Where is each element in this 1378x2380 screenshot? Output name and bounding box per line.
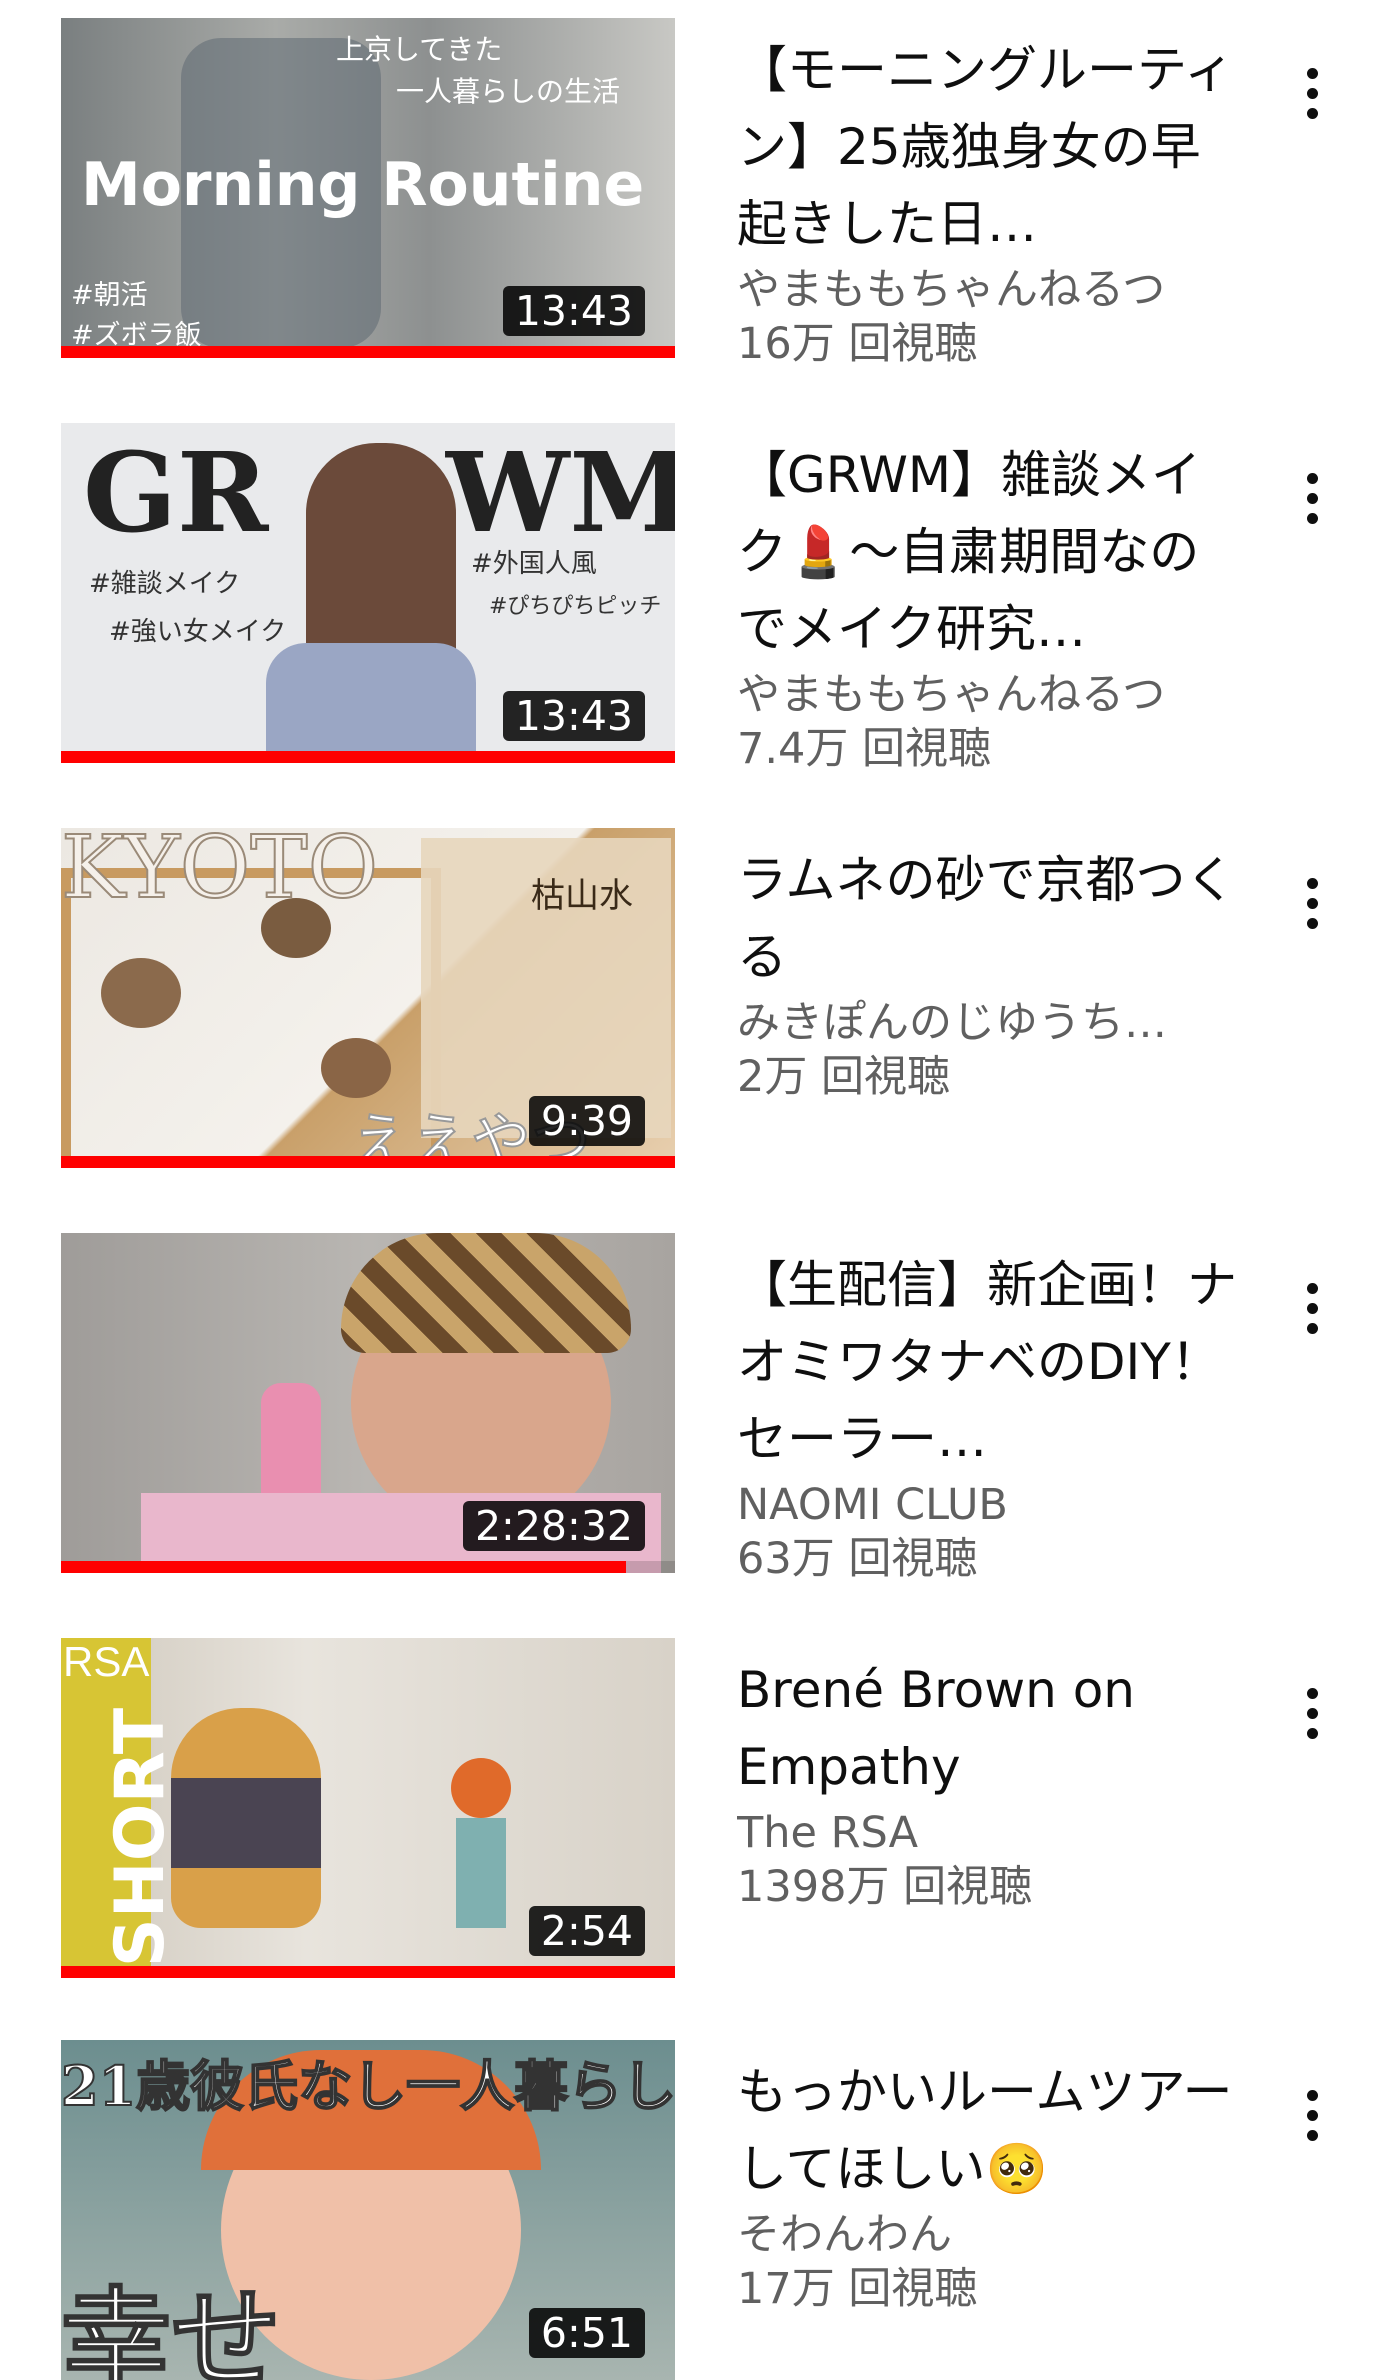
video-thumbnail[interactable]: GR WM #雑談メイク #強い女メイク #外国人風 #ぴちぴちピッチ 13:4…	[61, 423, 675, 763]
more-options-icon[interactable]	[1290, 1273, 1334, 1343]
video-meta: Brené Brown on Empathy The RSA 1398万 回視聴	[737, 1652, 1237, 1914]
thumbnail-tag: #ぴちぴちピッチ	[489, 594, 662, 619]
video-thumbnail[interactable]: RSA SHORT 2:54	[61, 1638, 675, 1978]
video-title[interactable]: ラムネの砂で京都つくる	[737, 842, 1237, 996]
thumbnail-title: GR	[83, 428, 269, 557]
duration-badge: 6:51	[528, 2308, 645, 2358]
duration-badge: 9:39	[528, 1096, 645, 1146]
video-thumbnail[interactable]: KYOTO 枯山水 ええやつ 9:39	[61, 828, 675, 1168]
thumbnail-caption: 枯山水	[531, 876, 633, 916]
duration-badge: 2:54	[528, 1906, 645, 1956]
more-options-icon[interactable]	[1290, 463, 1334, 533]
duration-badge: 13:43	[502, 286, 645, 336]
more-options-icon[interactable]	[1290, 2080, 1334, 2150]
progress-bar	[61, 346, 675, 358]
channel-name[interactable]: やまももちゃんねるつ	[737, 263, 1237, 317]
view-count: 1398万 回視聴	[737, 1862, 1033, 1912]
duration-badge: 13:43	[502, 691, 645, 741]
progress-bar	[61, 751, 675, 763]
channel-name[interactable]: やまももちゃんねるつ	[737, 668, 1237, 722]
video-title[interactable]: 【モーニングルーティン】25歳独身女の早起きした日…	[737, 32, 1237, 263]
view-count: 16万 回視聴	[737, 319, 978, 369]
video-item[interactable]: RSA SHORT 2:54 Brené Brown on Empathy Th…	[0, 1638, 1378, 1978]
view-count: 63万 回視聴	[737, 1534, 978, 1584]
view-count: 17万 回視聴	[737, 2264, 978, 2314]
video-item[interactable]: 2:28:32 【生配信】新企画！ナオミワタナベのDIY！セーラー… NAOMI…	[0, 1233, 1378, 1584]
duration-badge: 2:28:32	[462, 1501, 645, 1551]
thumbnail-caption: 一人暮らしの生活	[396, 75, 621, 108]
video-thumbnail[interactable]: 上京してきた 一人暮らしの生活 Morning Routine #朝活 #ズボラ…	[61, 18, 675, 358]
more-options-icon[interactable]	[1290, 868, 1334, 938]
video-item[interactable]: GR WM #雑談メイク #強い女メイク #外国人風 #ぴちぴちピッチ 13:4…	[0, 423, 1378, 774]
video-title[interactable]: 【生配信】新企画！ナオミワタナベのDIY！セーラー…	[737, 1247, 1237, 1478]
video-title[interactable]: もっかいルームツアーしてほしい🥺	[737, 2054, 1237, 2208]
channel-name[interactable]: みきぽんのじゆうち…	[737, 996, 1237, 1050]
video-meta: 【生配信】新企画！ナオミワタナベのDIY！セーラー… NAOMI CLUB 63…	[737, 1247, 1237, 1586]
thumbnail-caption: SHORT	[101, 1707, 181, 1968]
progress-bar	[61, 1561, 626, 1573]
thumbnail-tag: #外国人風	[471, 549, 597, 579]
channel-name[interactable]: NAOMI CLUB	[737, 1478, 1237, 1532]
view-count: 7.4万 回視聴	[737, 724, 992, 774]
brand-logo-text: RSA	[63, 1638, 150, 1685]
progress-bar	[61, 1156, 675, 1168]
thumbnail-title: Morning Routine	[81, 150, 645, 220]
view-count: 2万 回視聴	[737, 1052, 951, 1102]
channel-name[interactable]: そわんわん	[737, 2208, 1237, 2262]
video-meta: 【GRWM】雑談メイク💄～自粛期間なのでメイク研究… やまももちゃんねるつ 7.…	[737, 437, 1237, 776]
video-title[interactable]: Brené Brown on Empathy	[737, 1652, 1237, 1806]
video-meta: ラムネの砂で京都つくる みきぽんのじゆうち… 2万 回視聴	[737, 842, 1237, 1104]
thumbnail-title: KYOTO	[61, 828, 379, 919]
thumbnail-title: WM	[446, 428, 675, 557]
thumbnail-tag: #雑談メイク	[89, 569, 241, 599]
channel-name[interactable]: The RSA	[737, 1806, 1237, 1860]
video-title[interactable]: 【GRWM】雑談メイク💄～自粛期間なのでメイク研究…	[737, 437, 1237, 668]
thumbnail-tag: #強い女メイク	[109, 617, 287, 647]
more-options-icon[interactable]	[1290, 1678, 1334, 1748]
video-item[interactable]: KYOTO 枯山水 ええやつ 9:39 ラムネの砂で京都つくる みきぽんのじゆう…	[0, 828, 1378, 1168]
thumbnail-caption: 幸せ	[61, 2275, 282, 2380]
video-item[interactable]: 21歳彼氏なし一人暮らし 幸せ 6:51 もっかいルームツアーしてほしい🥺 そわ…	[0, 2040, 1378, 2380]
video-thumbnail[interactable]: 21歳彼氏なし一人暮らし 幸せ 6:51	[61, 2040, 675, 2380]
more-options-icon[interactable]	[1290, 58, 1334, 128]
thumbnail-caption: 上京してきた	[336, 33, 503, 66]
video-meta: 【モーニングルーティン】25歳独身女の早起きした日… やまももちゃんねるつ 16…	[737, 32, 1237, 371]
thumbnail-tag: #朝活	[71, 280, 148, 311]
video-item[interactable]: 上京してきた 一人暮らしの生活 Morning Routine #朝活 #ズボラ…	[0, 18, 1378, 369]
thumbnail-title: 21歳彼氏なし一人暮らし	[61, 2053, 675, 2119]
video-meta: もっかいルームツアーしてほしい🥺 そわんわん 17万 回視聴	[737, 2054, 1237, 2316]
video-thumbnail[interactable]: 2:28:32	[61, 1233, 675, 1573]
progress-bar	[61, 1966, 675, 1978]
video-list: 上京してきた 一人暮らしの生活 Morning Routine #朝活 #ズボラ…	[0, 0, 1378, 2380]
